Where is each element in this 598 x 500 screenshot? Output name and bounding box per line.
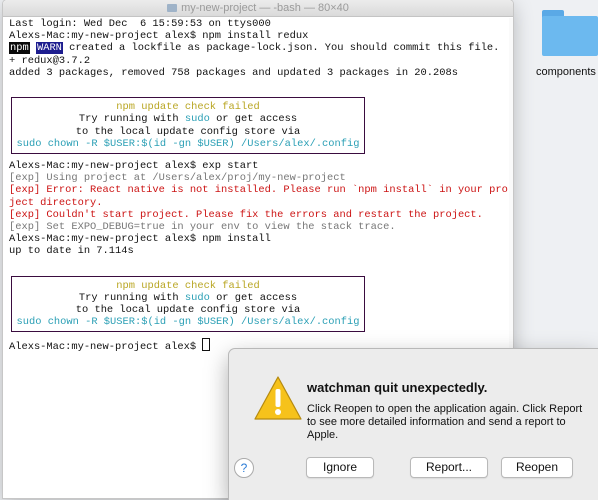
folder-icon[interactable] — [538, 10, 598, 70]
folder-label[interactable]: components — [536, 66, 596, 78]
update-check-line: Try running with sudo or get access — [78, 113, 298, 126]
terminal-line: Last login: Wed Dec 6 15:59:53 on ttys00… — [9, 18, 271, 30]
terminal-line: npm WARN created a lockfile as package-l… — [9, 42, 509, 55]
terminal-line: [exp] Using project at /Users/alex/proj/… — [9, 172, 346, 185]
folder-icon — [167, 4, 178, 12]
text-cursor — [202, 338, 211, 352]
warn-label: WARN — [35, 42, 63, 55]
terminal-line: added 3 packages, removed 758 packages a… — [9, 66, 458, 79]
update-check-box: npm update check failed Try running with… — [11, 97, 365, 154]
update-check-box: npm update check failed Try running with… — [11, 275, 365, 333]
update-check-header: npm update check failed — [116, 279, 260, 292]
help-icon[interactable]: ? — [234, 458, 254, 478]
terminal-error-line: ject directory. — [9, 196, 103, 209]
update-check-command: sudo chown -R $USER:$(id -gn $USER) /Use… — [16, 316, 360, 329]
reopen-button[interactable]: Reopen — [501, 457, 573, 478]
terminal-error-line: [exp] Error: React native is not install… — [9, 184, 508, 197]
crash-dialog: watchman quit unexpectedly. Click Reopen… — [229, 349, 598, 500]
report-button[interactable]: Report... — [410, 457, 488, 478]
update-check-line: Try running with sudo or get access — [78, 291, 298, 304]
warn-text: created a lockfile as package-lock.json.… — [62, 42, 500, 55]
dialog-title: watchman quit unexpectedly. — [307, 380, 488, 395]
terminal-line: Alexs-Mac:my-new-project alex$ npm insta… — [9, 233, 271, 246]
update-check-line: to the local update config store via — [75, 125, 301, 138]
terminal-line: Alexs-Mac:my-new-project alex$ npm insta… — [9, 30, 309, 43]
ignore-button[interactable]: Ignore — [306, 457, 374, 478]
npm-label: npm — [9, 42, 30, 55]
terminal-line: up to date in 7.114s — [9, 245, 134, 258]
terminal-line: + redux@3.7.2 — [9, 54, 91, 67]
update-check-line: to the local update config store via — [75, 304, 301, 317]
terminal-line: Alexs-Mac:my-new-project alex$ exp start — [9, 159, 259, 172]
dialog-message: Click Reopen to open the application aga… — [307, 403, 583, 441]
terminal-line: [exp] Set EXPO_DEBUG=true in your env to… — [9, 220, 396, 233]
terminal-titlebar[interactable]: my-new-project — -bash — 80×40 — [3, 0, 513, 17]
warning-icon — [254, 376, 302, 420]
window-title: my-new-project — -bash — 80×40 — [3, 2, 513, 14]
terminal-error-line: [exp] Couldn't start project. Please fix… — [9, 208, 483, 221]
update-check-header: npm update check failed — [116, 101, 260, 114]
update-check-command: sudo chown -R $USER:$(id -gn $USER) /Use… — [16, 137, 360, 150]
